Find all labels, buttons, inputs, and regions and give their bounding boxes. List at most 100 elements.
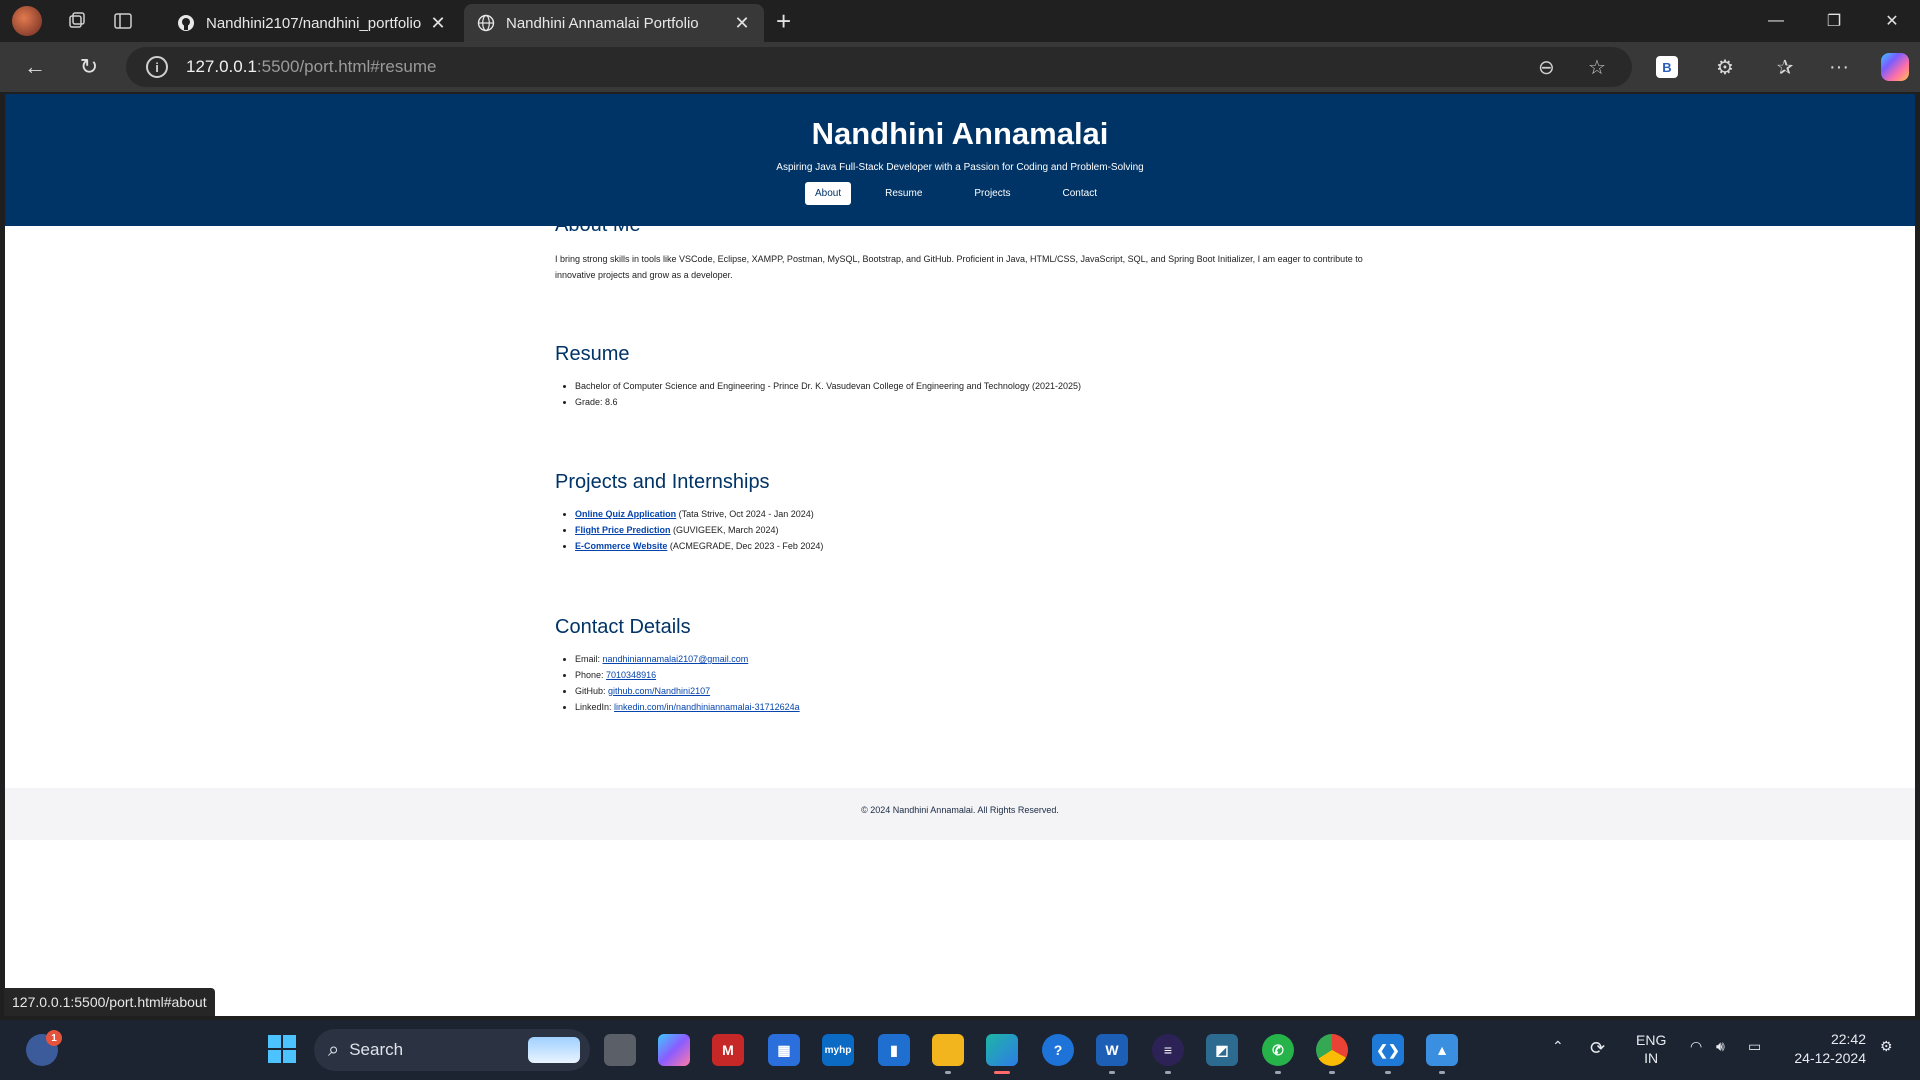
list-item: GitHub: github.com/Nandhini2107 bbox=[575, 683, 1385, 699]
tab-portfolio[interactable]: Nandhini Annamalai Portfolio ✕ bbox=[464, 4, 764, 42]
project-link[interactable]: E-Commerce Website bbox=[575, 541, 667, 551]
contact-label: Phone: bbox=[575, 670, 607, 680]
list-item: Flight Price Prediction (GUVIGEEK, March… bbox=[575, 522, 1385, 538]
link-status-bubble: 127.0.0.1:5500/port.html#about bbox=[4, 988, 215, 1016]
nav-contact[interactable]: Contact bbox=[1053, 182, 1107, 205]
myhp-icon[interactable]: myhp bbox=[822, 1034, 854, 1066]
phone-link[interactable]: 7010348916 bbox=[606, 670, 656, 680]
projects-heading: Projects and Internships bbox=[555, 471, 770, 493]
taskbar: 1 ⌕ Search M ▦ myhp ▮ ? W ≡ ◩ ✆ ❮❯ ▲ ⌃ ⟳… bbox=[0, 1020, 1920, 1080]
minimize-icon[interactable]: — bbox=[1748, 0, 1804, 42]
show-hidden-icons[interactable]: ⌃ bbox=[1552, 1038, 1564, 1055]
close-tab-icon[interactable]: ✕ bbox=[428, 13, 448, 34]
tab-github[interactable]: Nandhini2107/nandhini_portfolio ✕ bbox=[164, 4, 460, 42]
projects-section: Projects and Internships Online Quiz App… bbox=[555, 471, 1385, 554]
list-item: Bachelor of Computer Science and Enginee… bbox=[575, 378, 1385, 394]
eclipse-icon[interactable]: ≡ bbox=[1152, 1034, 1184, 1074]
clock[interactable]: 22:42 24-12-2024 bbox=[1776, 1030, 1866, 1068]
email-link[interactable]: nandhiniannamalai2107@gmail.com bbox=[603, 654, 749, 664]
browser-tab-bar: Nandhini2107/nandhini_portfolio ✕ Nandhi… bbox=[0, 0, 1920, 42]
profile-avatar[interactable] bbox=[12, 6, 42, 36]
bing-extension-icon[interactable]: B bbox=[1656, 56, 1678, 78]
contact-heading: Contact Details bbox=[555, 616, 691, 638]
favorites-icon[interactable]: ✰ bbox=[1770, 52, 1800, 82]
tab-title: Nandhini Annamalai Portfolio bbox=[506, 14, 699, 32]
photos-icon[interactable]: ▲ bbox=[1426, 1034, 1458, 1074]
tab-actions-icon[interactable] bbox=[112, 10, 134, 32]
nav-about[interactable]: About bbox=[805, 182, 852, 205]
project-link[interactable]: Online Quiz Application bbox=[575, 509, 676, 519]
restore-icon[interactable]: ❐ bbox=[1806, 0, 1862, 42]
search-label: Search bbox=[349, 1040, 404, 1059]
word-icon[interactable]: W bbox=[1096, 1034, 1128, 1074]
nav-resume[interactable]: Resume bbox=[875, 182, 932, 205]
site-info-icon[interactable]: i bbox=[146, 56, 168, 78]
about-section: About Me I bring strong skills in tools … bbox=[555, 214, 1385, 283]
nav-projects[interactable]: Projects bbox=[964, 182, 1020, 205]
mcafee-icon[interactable]: M bbox=[712, 1034, 744, 1066]
copilot-app-icon[interactable] bbox=[658, 1034, 690, 1066]
close-window-icon[interactable]: ✕ bbox=[1864, 0, 1920, 42]
mysql-workbench-icon[interactable]: ◩ bbox=[1206, 1034, 1238, 1066]
tab-title: Nandhini2107/nandhini_portfolio bbox=[206, 14, 422, 32]
get-help-icon[interactable]: ? bbox=[1042, 1034, 1074, 1066]
back-icon[interactable]: ← bbox=[20, 52, 50, 82]
resume-heading: Resume bbox=[555, 343, 630, 365]
battery-icon[interactable]: ▭ bbox=[1748, 1038, 1761, 1055]
language-indicator[interactable]: ENG IN bbox=[1636, 1031, 1666, 1067]
workspaces-icon[interactable] bbox=[66, 10, 88, 32]
project-detail: (GUVIGEEK, March 2024) bbox=[670, 525, 779, 535]
site-title: Nandhini Annamalai bbox=[811, 116, 1109, 151]
refresh-icon[interactable]: ↻ bbox=[74, 52, 104, 82]
chrome-icon[interactable] bbox=[1316, 1034, 1348, 1074]
resume-list: Bachelor of Computer Science and Enginee… bbox=[575, 378, 1385, 410]
vscode-icon[interactable]: ❮❯ bbox=[1372, 1034, 1404, 1074]
list-item: E-Commerce Website (ACMEGRADE, Dec 2023 … bbox=[575, 538, 1385, 554]
about-heading: About Me bbox=[555, 214, 641, 236]
projects-list: Online Quiz Application (Tata Strive, Oc… bbox=[575, 506, 1385, 554]
weather-icon[interactable]: 1 bbox=[26, 1030, 62, 1066]
list-item: Phone: 7010348916 bbox=[575, 667, 1385, 683]
edge-browser-icon[interactable] bbox=[986, 1034, 1018, 1074]
notifications-icon[interactable]: ⚙ bbox=[1880, 1038, 1893, 1055]
favorite-star-icon[interactable]: ☆ bbox=[1588, 55, 1606, 80]
copilot-icon[interactable] bbox=[1880, 52, 1910, 82]
address-bar[interactable]: i 127.0.0.1:5500/port.html#resume ⊖ ☆ bbox=[126, 47, 1632, 87]
contact-label: LinkedIn: bbox=[575, 702, 615, 712]
extensions-icon[interactable]: ⚙ bbox=[1710, 52, 1740, 82]
more-menu-icon[interactable]: ··· bbox=[1824, 52, 1854, 82]
resume-section: Resume Bachelor of Computer Science and … bbox=[555, 343, 1385, 410]
new-tab-button[interactable]: + bbox=[776, 6, 791, 37]
notification-badge: 1 bbox=[46, 1030, 62, 1046]
store-icon[interactable]: ▦ bbox=[768, 1034, 800, 1066]
windows-start-icon[interactable] bbox=[266, 1033, 298, 1065]
sync-icon[interactable]: ⟳ bbox=[1590, 1038, 1605, 1059]
whatsapp-icon[interactable]: ✆ bbox=[1262, 1034, 1294, 1074]
notes-app-icon[interactable]: ▮ bbox=[878, 1034, 910, 1066]
site-header: Nandhini Annamalai Aspiring Java Full-St… bbox=[5, 94, 1915, 226]
url-text[interactable]: 127.0.0.1:5500/port.html#resume bbox=[186, 57, 436, 77]
list-item: Online Quiz Application (Tata Strive, Oc… bbox=[575, 506, 1385, 522]
site-footer: © 2024 Nandhini Annamalai. All Rights Re… bbox=[5, 788, 1915, 840]
list-item: LinkedIn: linkedin.com/in/nandhiniannama… bbox=[575, 699, 1385, 715]
project-link[interactable]: Flight Price Prediction bbox=[575, 525, 671, 535]
linkedin-link[interactable]: linkedin.com/in/nandhiniannamalai-317126… bbox=[614, 702, 800, 712]
site-nav: About Resume Projects Contact bbox=[5, 182, 1915, 205]
zoom-out-icon[interactable]: ⊖ bbox=[1538, 55, 1555, 80]
file-explorer-icon[interactable] bbox=[932, 1034, 964, 1074]
globe-icon bbox=[476, 13, 496, 33]
contact-list: Email: nandhiniannamalai2107@gmail.com P… bbox=[575, 651, 1385, 715]
contact-label: GitHub: bbox=[575, 686, 609, 696]
close-tab-icon[interactable]: ✕ bbox=[732, 13, 752, 34]
github-link[interactable]: github.com/Nandhini2107 bbox=[608, 686, 710, 696]
contact-section: Contact Details Email: nandhiniannamalai… bbox=[555, 616, 1385, 715]
volume-icon[interactable]: 🔊︎ bbox=[1716, 1038, 1725, 1055]
wifi-icon[interactable]: ◠ bbox=[1690, 1038, 1702, 1055]
github-icon bbox=[176, 13, 196, 33]
project-detail: (Tata Strive, Oct 2024 - Jan 2024) bbox=[676, 509, 814, 519]
taskbar-search[interactable]: ⌕ Search bbox=[314, 1029, 590, 1071]
task-view-icon[interactable] bbox=[604, 1034, 636, 1066]
project-detail: (ACMEGRADE, Dec 2023 - Feb 2024) bbox=[667, 541, 824, 551]
list-item: Email: nandhiniannamalai2107@gmail.com bbox=[575, 651, 1385, 667]
search-icon: ⌕ bbox=[328, 1038, 340, 1061]
